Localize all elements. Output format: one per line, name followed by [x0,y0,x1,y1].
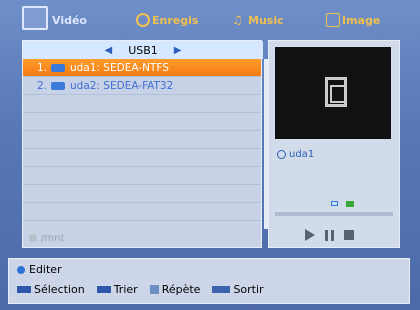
left-arrow-icon[interactable]: ◀ [105,45,113,56]
file-label: uda1: SEDEA-NTFS [70,61,169,74]
key-hints: Sélection Trier Répète Sortir [17,283,264,296]
tab-enregis-label: Enregis [152,13,199,27]
file-index: 2. [36,79,47,92]
trier-hint[interactable]: Trier [96,283,138,296]
repeat-key-icon [149,285,159,294]
tab-music[interactable]: ♫ Music [232,8,284,32]
sortir-label: Sortir [233,283,264,296]
status-indicators [331,201,354,207]
empty-row [23,131,261,149]
source-selector[interactable]: ◀ USB1 ▶ [23,41,263,59]
file-index: 1. [36,61,47,74]
disc-icon [277,150,286,159]
tab-video-label: Vidéo [52,13,87,27]
empty-row [23,95,261,113]
pause-icon[interactable] [325,229,334,241]
preview-file-name: uda1 [277,149,314,160]
empty-row [23,203,261,221]
film-icon [325,77,347,107]
tab-enregis[interactable]: Enregis [136,8,198,32]
sortir-hint[interactable]: Sortir [212,283,264,296]
blue-button-icon [17,265,25,274]
source-label: USB1 [128,43,158,57]
help-bar: Editer Sélection Trier Répète Sortir [8,258,410,304]
video-preview [275,47,391,139]
folder-icon [346,201,354,207]
stop-icon[interactable] [344,230,354,240]
repete-hint[interactable]: Répète [149,283,201,296]
folder-icon [29,234,37,242]
current-path: /mnt [23,229,261,247]
tab-music-label: Music [248,13,284,27]
music-note-icon: ♫ [232,13,243,27]
image-icon [326,13,340,27]
subtitle-icon [331,201,338,206]
tab-video[interactable]: Vidéo [22,6,87,32]
path-label: /mnt [41,232,65,244]
empty-row [23,185,261,203]
exit-key-icon [212,286,231,293]
preview-name-label: uda1 [289,149,315,160]
usb-drive-icon [51,63,65,72]
media-tabs: Vidéo Enregis ♫ Music Image [8,6,412,34]
right-arrow-icon[interactable]: ▶ [174,45,182,56]
key-1-icon [17,286,31,293]
empty-row [23,149,261,167]
file-browser-panel: ◀ USB1 ▶ 1. uda1: SEDEA-NTFS 2. uda2: SE… [22,40,269,248]
play-icon[interactable] [305,229,315,241]
file-row-2[interactable]: 2. uda2: SEDEA-FAT32 [23,77,261,95]
file-label: uda2: SEDEA-FAT32 [70,79,174,92]
video-icon [22,6,48,30]
record-icon [136,13,150,27]
media-player-screen: Vidéo Enregis ♫ Music Image ◀ USB1 ▶ 1. … [0,0,420,310]
tab-image-label: Image [342,13,381,27]
edit-action[interactable]: Editer [17,263,62,276]
selection-hint[interactable]: Sélection [17,283,85,296]
file-row-1[interactable]: 1. uda1: SEDEA-NTFS [23,59,261,77]
trier-label: Trier [113,283,138,296]
usb-drive-icon [51,81,65,90]
empty-row [23,113,261,131]
playback-progress[interactable] [275,212,393,216]
playback-controls [305,229,354,241]
empty-row [23,167,261,185]
tab-image[interactable]: Image [326,8,380,32]
repete-label: Répète [161,283,201,296]
selection-label: Sélection [34,283,85,296]
preview-panel: uda1 [268,40,400,248]
key-2-icon [96,286,111,293]
edit-label: Editer [29,263,62,276]
